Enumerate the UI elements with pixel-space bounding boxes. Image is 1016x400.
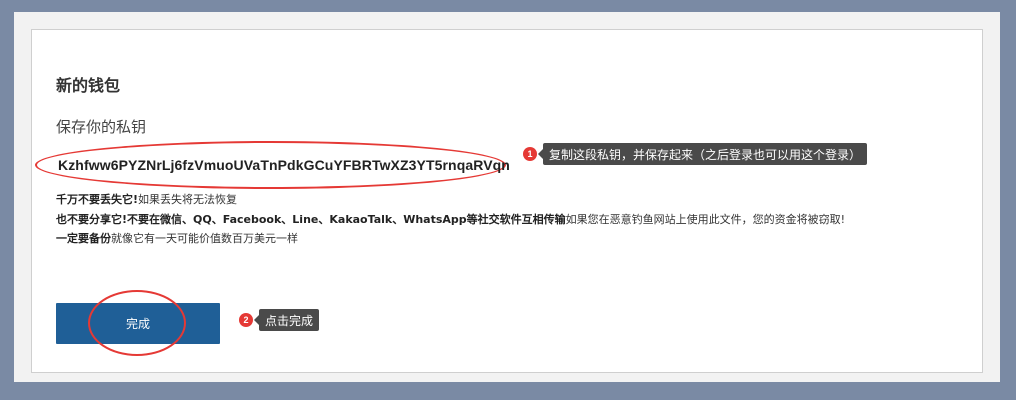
private-key-text[interactable]: Kzhfww6PYZNrLj6fzVmuoUVaTnPdkGCuYFBRTwXZ…: [58, 157, 510, 173]
warning-3-text: 就像它有一天可能价值数百万美元一样: [111, 232, 298, 245]
button-highlight-ellipse: [88, 290, 186, 356]
wallet-card: 新的钱包 保存你的私钥 Kzhfww6PYZNrLj6fzVmuoUVaTnPd…: [31, 29, 983, 373]
warning-1-bold: 千万不要丢失它!: [56, 193, 139, 206]
warning-line-1: 千万不要丢失它!如果丢失将无法恢复: [56, 190, 956, 210]
warning-2-bold: 也不要分享它!不要在微信、QQ、Facebook、Line、KakaoTalk、…: [56, 212, 566, 226]
warning-3-bold: 一定要备份: [56, 232, 111, 245]
section-subtitle: 保存你的私钥: [56, 118, 147, 136]
step-1-tooltip: 复制这段私钥，并保存起来（之后登录也可以用这个登录）: [537, 143, 868, 165]
page-title: 新的钱包: [56, 76, 121, 95]
step-2-badge: 2: [239, 313, 253, 327]
warning-1-text: 如果丢失将无法恢复: [138, 193, 238, 206]
warning-line-3: 一定要备份就像它有一天可能价值数百万美元一样: [56, 229, 956, 249]
step-2-tooltip: 点击完成: [253, 309, 320, 331]
step-1-badge: 1: [523, 147, 537, 161]
warning-block: 千万不要丢失它!如果丢失将无法恢复 也不要分享它!不要在微信、QQ、Facebo…: [56, 190, 956, 249]
warning-2-text: 如果您在恶意钓鱼网站上使用此文件，您的资金将被窃取!: [565, 212, 846, 226]
warning-line-2: 也不要分享它!不要在微信、QQ、Facebook、Line、KakaoTalk、…: [56, 210, 956, 230]
